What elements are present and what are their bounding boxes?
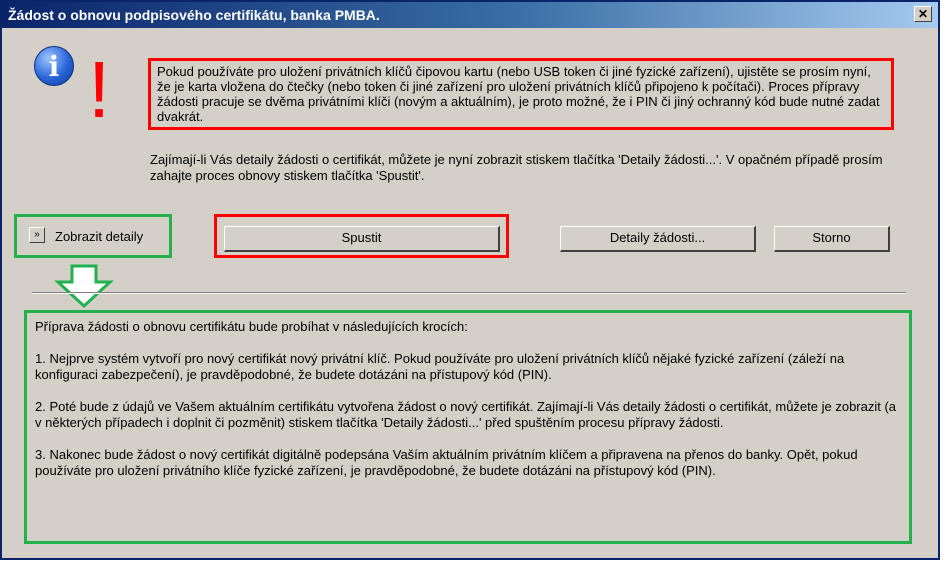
exclamation-icon: ! xyxy=(88,45,111,134)
window-title: Žádost o obnovu podpisového certifikátu,… xyxy=(8,7,380,23)
process-steps-panel: Příprava žádosti o obnovu certifikátu bu… xyxy=(24,310,912,544)
steps-intro: Příprava žádosti o obnovu certifikátu bu… xyxy=(35,319,468,334)
arrow-down-icon xyxy=(54,264,114,308)
step-2: 2. Poté bude z údajů ve Vašem aktuálním … xyxy=(35,399,897,430)
info-icon: i xyxy=(34,46,74,86)
cancel-button[interactable]: Storno xyxy=(774,226,890,252)
warning-message: Pokud používáte pro uložení privátních k… xyxy=(148,58,894,130)
separator xyxy=(32,292,906,294)
close-icon: ✕ xyxy=(917,7,929,21)
request-details-button[interactable]: Detaily žádosti... xyxy=(560,226,756,252)
show-details-label[interactable]: Zobrazit detaily xyxy=(55,229,143,244)
chevron-down-icon[interactable]: » xyxy=(29,227,45,243)
show-details-toggle[interactable]: » Zobrazit detaily xyxy=(14,214,172,258)
step-1: 1. Nejprve systém vytvoří pro nový certi… xyxy=(35,351,845,382)
dialog-window: Žádost o obnovu podpisového certifikátu,… xyxy=(0,0,940,560)
start-button[interactable]: Spustit xyxy=(224,226,500,252)
title-bar[interactable]: Žádost o obnovu podpisového certifikátu,… xyxy=(2,2,938,28)
step-3: 3. Nakonec bude žádost o nový certifikát… xyxy=(35,447,858,478)
close-button[interactable]: ✕ xyxy=(914,6,932,22)
info-message: Zajímají-li Vás detaily žádosti o certif… xyxy=(150,152,883,183)
